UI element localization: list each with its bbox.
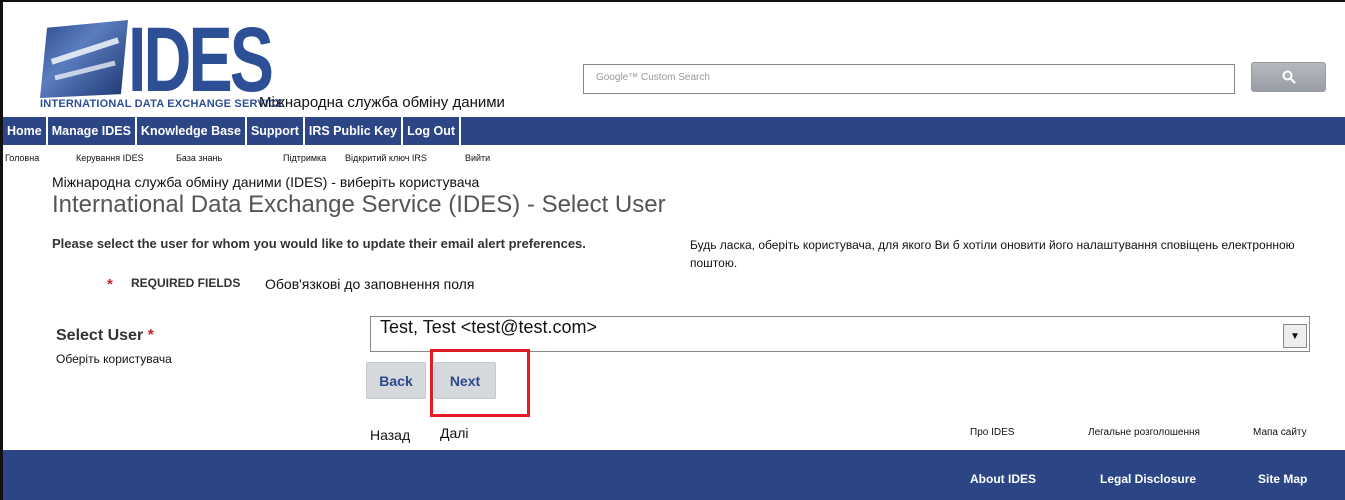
- nav-home[interactable]: Home: [3, 117, 48, 145]
- page-title-uk: Міжнародна служба обміну даними (IDES) -…: [52, 174, 480, 190]
- main-nav: Home Manage IDES Knowledge Base Support …: [3, 117, 462, 145]
- required-star: *: [107, 276, 113, 293]
- back-button-label-uk: Назад: [370, 427, 411, 443]
- ides-logo-text[interactable]: IDES: [128, 14, 274, 106]
- nav-manage-ides[interactable]: Manage IDES: [48, 117, 137, 145]
- nav-manage-ides-uk: Керування IDES: [76, 153, 144, 163]
- select-user-label-text: Select User: [56, 327, 144, 344]
- nav-knowledge-base[interactable]: Knowledge Base: [137, 117, 247, 145]
- page-title: International Data Exchange Service (IDE…: [52, 191, 666, 218]
- search-button[interactable]: [1251, 62, 1326, 92]
- footer-about-uk: Про IDES: [970, 427, 1015, 438]
- nav-irs-public-key[interactable]: IRS Public Key: [305, 117, 404, 145]
- footer-legal-link[interactable]: Legal Disclosure: [1100, 472, 1196, 486]
- dropdown-arrow-icon[interactable]: ▼: [1283, 324, 1307, 348]
- required-fields-label: REQUIRED FIELDS: [131, 276, 241, 290]
- next-button-label-uk: Далі: [440, 425, 469, 441]
- user-select-value: Test, Test <test@test.com>: [380, 317, 598, 337]
- logo-subtitle-uk: Міжнародна служба обміну даними: [259, 94, 505, 111]
- highlight-box: [430, 349, 530, 417]
- required-star: *: [147, 327, 154, 344]
- nav-home-uk: Головна: [5, 153, 40, 163]
- footer-sitemap-uk: Мапа сайту: [1253, 427, 1307, 438]
- logo-subtitle: INTERNATIONAL DATA EXCHANGE SERVICE: [40, 98, 284, 110]
- select-user-label-uk: Оберіть користувача: [56, 352, 172, 366]
- instructions: Please select the user for whom you woul…: [52, 236, 586, 251]
- back-button[interactable]: Back: [366, 362, 426, 399]
- nav-log-out-uk: Вийти: [465, 153, 491, 163]
- nav-irs-public-key-uk: Відкритий ключ IRS: [345, 153, 427, 163]
- nav-knowledge-base-uk: База знань: [176, 153, 223, 163]
- select-user-label: Select User *: [56, 327, 154, 345]
- footer-sitemap-link[interactable]: Site Map: [1258, 472, 1307, 486]
- ides-logo-globe[interactable]: [40, 20, 128, 98]
- nav-support[interactable]: Support: [247, 117, 305, 145]
- search-icon: [1282, 70, 1296, 84]
- nav-support-uk: Підтримка: [283, 153, 327, 163]
- search-placeholder: Google™ Custom Search: [596, 72, 710, 83]
- footer-about-link[interactable]: About IDES: [970, 472, 1036, 486]
- footer-legal-uk: Легальне розголошення: [1088, 427, 1200, 438]
- required-fields-label-uk: Обов'язкові до заповнення поля: [265, 276, 475, 292]
- nav-log-out[interactable]: Log Out: [403, 117, 462, 145]
- instructions-uk: Будь ласка, оберіть користувача, для яко…: [690, 238, 1295, 270]
